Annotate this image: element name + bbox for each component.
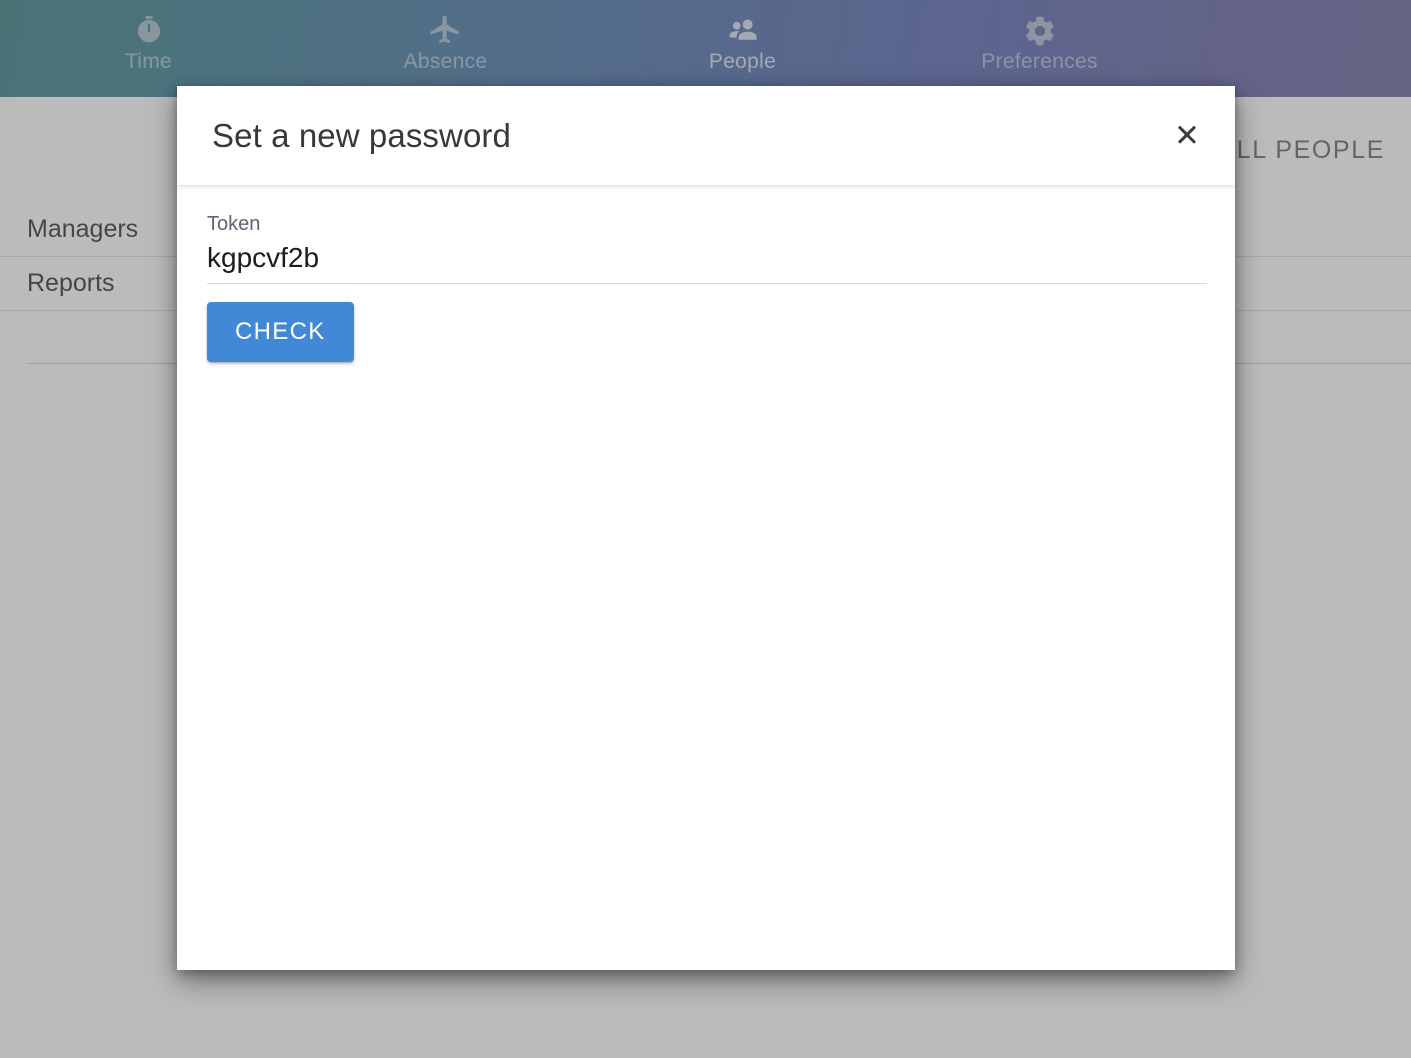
app-root: Time Absence: [0, 0, 1411, 1058]
token-field-group: Token: [207, 211, 1207, 284]
token-input[interactable]: [207, 239, 1207, 277]
set-password-dialog: Set a new password ✕ Token CHECK: [177, 86, 1235, 970]
dialog-body: Token CHECK: [177, 185, 1235, 970]
token-field-label: Token: [207, 213, 261, 235]
check-button[interactable]: CHECK: [207, 302, 354, 362]
dialog-actions: CHECK: [207, 302, 1205, 362]
close-icon[interactable]: ✕: [1167, 116, 1207, 156]
dialog-title: Set a new password: [212, 116, 511, 154]
dialog-header: Set a new password ✕: [177, 86, 1235, 185]
